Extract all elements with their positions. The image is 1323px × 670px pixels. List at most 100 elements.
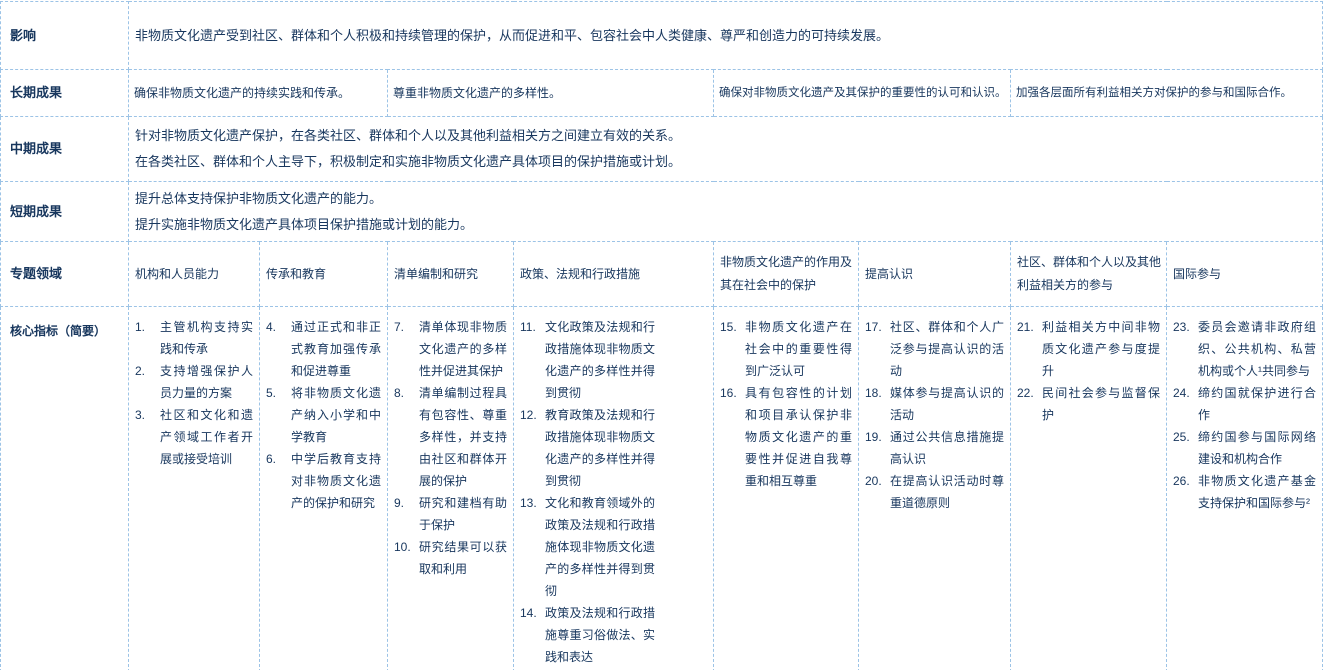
indicator-list: 4.通过正式和非正式教育加强传承和促进尊重 5.将非物质文化遗产纳入小学和中学教… bbox=[266, 316, 381, 514]
indicator-text: 在提高认识活动时尊重道德原则 bbox=[890, 470, 1004, 514]
indicator-text: 非物质文化遗产基金支持保护和国际参与² bbox=[1198, 470, 1316, 514]
impact-row: 影响 非物质文化遗产受到社区、群体和个人积极和持续管理的保护，从而促进和平、包容… bbox=[1, 2, 1323, 70]
impact-cell: 非物质文化遗产受到社区、群体和个人积极和持续管理的保护，从而促进和平、包容社会中… bbox=[129, 2, 1323, 70]
indicator-item: 6.中学后教育支持对非物质文化遗产的保护和研究 bbox=[266, 448, 381, 514]
indicators-cell-transmission: 4.通过正式和非正式教育加强传承和促进尊重 5.将非物质文化遗产纳入小学和中学教… bbox=[260, 307, 388, 670]
indicator-text: 民间社会参与监督保护 bbox=[1042, 382, 1160, 426]
indicator-list: 15.非物质文化遗产在社会中的重要性得到广泛认可 16.具有包容性的计划和项目承… bbox=[720, 316, 852, 492]
indicators-cell-inventory: 7.清单体现非物质文化遗产的多样性并促进其保护 8.清单编制过程具有包容性、尊重… bbox=[388, 307, 514, 670]
short-term-row-label: 短期成果 bbox=[1, 182, 129, 242]
indicator-number: 10. bbox=[394, 536, 419, 558]
indicator-list: 11.文化政策及法规和行政措施体现非物质文化遗产的多样性并得到贯彻 12.教育政… bbox=[520, 316, 655, 668]
indicator-item: 24.缔约国就保护进行合作 bbox=[1173, 382, 1316, 426]
long-term-row-label: 长期成果 bbox=[1, 70, 129, 117]
indicator-item: 22.民间社会参与监督保护 bbox=[1017, 382, 1160, 426]
indicator-number: 8. bbox=[394, 382, 419, 404]
indicator-number: 9. bbox=[394, 492, 419, 514]
short-term-cell: 提升总体支持保护非物质文化遗产的能力。 提升实施非物质文化遗产具体项目保护措施或… bbox=[129, 182, 1323, 242]
indicator-number: 7. bbox=[394, 316, 419, 338]
indicator-item: 19.通过公共信息措施提高认识 bbox=[865, 426, 1004, 470]
impact-row-label: 影响 bbox=[1, 2, 129, 70]
thematic-area: 机构和人员能力 bbox=[129, 242, 260, 307]
indicator-number: 19. bbox=[865, 426, 890, 448]
indicator-item: 16.具有包容性的计划和项目承认保护非物质文化遗产的重要性并促进自我尊重和相互尊… bbox=[720, 382, 852, 492]
indicators-cell-policies: 11.文化政策及法规和行政措施体现非物质文化遗产的多样性并得到贯彻 12.教育政… bbox=[514, 307, 714, 670]
indicator-number: 26. bbox=[1173, 470, 1198, 492]
long-term-row: 长期成果 确保非物质文化遗产的持续实践和传承。 尊重非物质文化遗产的多样性。 确… bbox=[1, 70, 1323, 117]
core-indicators-row: 核心指标（简要） 1.主管机构支持实践和传承 2.支持增强保护人员力量的方案 3… bbox=[1, 307, 1323, 670]
indicator-text: 非物质文化遗产在社会中的重要性得到广泛认可 bbox=[745, 316, 852, 382]
indicator-item: 7.清单体现非物质文化遗产的多样性并促进其保护 bbox=[394, 316, 507, 382]
indicator-text: 文化政策及法规和行政措施体现非物质文化遗产的多样性并得到贯彻 bbox=[545, 316, 655, 404]
indicator-number: 17. bbox=[865, 316, 890, 338]
short-term-row: 短期成果 提升总体支持保护非物质文化遗产的能力。 提升实施非物质文化遗产具体项目… bbox=[1, 182, 1323, 242]
mid-term-cell: 针对非物质文化遗产保护，在各类社区、群体和个人以及其他利益相关方之间建立有效的关… bbox=[129, 117, 1323, 182]
indicator-text: 通过正式和非正式教育加强传承和促进尊重 bbox=[291, 316, 381, 382]
indicator-text: 缔约国就保护进行合作 bbox=[1198, 382, 1316, 426]
indicator-number: 20. bbox=[865, 470, 890, 492]
indicator-number: 4. bbox=[266, 316, 291, 338]
indicator-item: 25.缔约国参与国际网络建设和机构合作 bbox=[1173, 426, 1316, 470]
indicator-text: 通过公共信息措施提高认识 bbox=[890, 426, 1004, 470]
indicator-number: 21. bbox=[1017, 316, 1042, 338]
indicator-number: 14. bbox=[520, 602, 545, 624]
indicator-item: 26.非物质文化遗产基金支持保护和国际参与² bbox=[1173, 470, 1316, 514]
indicator-number: 5. bbox=[266, 382, 291, 404]
thematic-area: 政策、法规和行政措施 bbox=[514, 242, 714, 307]
indicator-text: 委员会邀请非政府组织、公共机构、私营机构或个人¹共同参与 bbox=[1198, 316, 1316, 382]
indicator-text: 具有包容性的计划和项目承认保护非物质文化遗产的重要性并促进自我尊重和相互尊重 bbox=[745, 382, 852, 492]
indicator-item: 17.社区、群体和个人广泛参与提高认识的活动 bbox=[865, 316, 1004, 382]
mid-term-row-label: 中期成果 bbox=[1, 117, 129, 182]
short-term-line: 提升实施非物质文化遗产具体项目保护措施或计划的能力。 bbox=[135, 212, 1316, 238]
indicator-text: 研究结果可以获取和利用 bbox=[419, 536, 507, 580]
indicator-number: 12. bbox=[520, 404, 545, 426]
indicator-number: 13. bbox=[520, 492, 545, 514]
indicator-number: 23. bbox=[1173, 316, 1198, 338]
indicator-number: 1. bbox=[135, 316, 160, 338]
indicator-number: 18. bbox=[865, 382, 890, 404]
thematic-area: 国际参与 bbox=[1167, 242, 1323, 307]
indicators-row-label: 核心指标（简要） bbox=[1, 307, 129, 670]
thematic-area: 社区、群体和个人以及其他利益相关方的参与 bbox=[1011, 242, 1167, 307]
indicator-list: 7.清单体现非物质文化遗产的多样性并促进其保护 8.清单编制过程具有包容性、尊重… bbox=[394, 316, 507, 580]
indicator-item: 23.委员会邀请非政府组织、公共机构、私营机构或个人¹共同参与 bbox=[1173, 316, 1316, 382]
document-page: 影响 非物质文化遗产受到社区、群体和个人积极和持续管理的保护，从而促进和平、包容… bbox=[0, 0, 1323, 670]
indicator-item: 10.研究结果可以获取和利用 bbox=[394, 536, 507, 580]
indicator-text: 利益相关方中间非物质文化遗产参与度提升 bbox=[1042, 316, 1160, 382]
indicator-item: 18.媒体参与提高认识的活动 bbox=[865, 382, 1004, 426]
indicator-text: 支持增强保护人员力量的方案 bbox=[160, 360, 253, 404]
indicator-item: 1.主管机构支持实践和传承 bbox=[135, 316, 253, 360]
indicators-cell-stakeholder-engagement: 21.利益相关方中间非物质文化遗产参与度提升 22.民间社会参与监督保护 bbox=[1011, 307, 1167, 670]
thematic-area: 清单编制和研究 bbox=[388, 242, 514, 307]
long-term-outcome: 尊重非物质文化遗产的多样性。 bbox=[388, 70, 714, 117]
indicator-number: 11. bbox=[520, 316, 545, 338]
thematic-area: 非物质文化遗产的作用及其在社会中的保护 bbox=[714, 242, 859, 307]
indicator-number: 6. bbox=[266, 448, 291, 470]
indicator-text: 政策及法规和行政措施尊重习俗做法、实践和表达 bbox=[545, 602, 655, 668]
indicator-number: 15. bbox=[720, 316, 745, 338]
indicator-item: 11.文化政策及法规和行政措施体现非物质文化遗产的多样性并得到贯彻 bbox=[520, 316, 655, 404]
indicator-number: 25. bbox=[1173, 426, 1198, 448]
indicator-item: 2.支持增强保护人员力量的方案 bbox=[135, 360, 253, 404]
indicator-text: 文化和教育领域外的政策及法规和行政措施体现非物质文化遗产的多样性并得到贯彻 bbox=[545, 492, 655, 602]
indicator-text: 社区、群体和个人广泛参与提高认识的活动 bbox=[890, 316, 1004, 382]
indicators-cell-role-in-society: 15.非物质文化遗产在社会中的重要性得到广泛认可 16.具有包容性的计划和项目承… bbox=[714, 307, 859, 670]
indicator-text: 主管机构支持实践和传承 bbox=[160, 316, 253, 360]
indicator-list: 23.委员会邀请非政府组织、公共机构、私营机构或个人¹共同参与 24.缔约国就保… bbox=[1173, 316, 1316, 514]
indicator-item: 12.教育政策及法规和行政措施体现非物质文化遗产的多样性并得到贯彻 bbox=[520, 404, 655, 492]
indicators-cell-institutional: 1.主管机构支持实践和传承 2.支持增强保护人员力量的方案 3.社区和文化和遗产… bbox=[129, 307, 260, 670]
indicator-list: 1.主管机构支持实践和传承 2.支持增强保护人员力量的方案 3.社区和文化和遗产… bbox=[135, 316, 253, 470]
long-term-outcome: 确保非物质文化遗产的持续实践和传承。 bbox=[129, 70, 388, 117]
thematic-areas-row: 专题领域 机构和人员能力 传承和教育 清单编制和研究 政策、法规和行政措施 非物… bbox=[1, 242, 1323, 307]
mid-term-line: 针对非物质文化遗产保护，在各类社区、群体和个人以及其他利益相关方之间建立有效的关… bbox=[135, 123, 1316, 149]
indicator-text: 将非物质文化遗产纳入小学和中学教育 bbox=[291, 382, 381, 448]
indicator-number: 2. bbox=[135, 360, 160, 382]
long-term-outcome: 加强各层面所有利益相关方对保护的参与和国际合作。 bbox=[1011, 70, 1323, 117]
indicator-item: 15.非物质文化遗产在社会中的重要性得到广泛认可 bbox=[720, 316, 852, 382]
results-framework-table: 影响 非物质文化遗产受到社区、群体和个人积极和持续管理的保护，从而促进和平、包容… bbox=[0, 1, 1323, 670]
indicator-text: 中学后教育支持对非物质文化遗产的保护和研究 bbox=[291, 448, 381, 514]
indicator-text: 清单编制过程具有包容性、尊重多样性，并支持由社区和群体开展的保护 bbox=[419, 382, 507, 492]
indicator-item: 21.利益相关方中间非物质文化遗产参与度提升 bbox=[1017, 316, 1160, 382]
indicator-text: 缔约国参与国际网络建设和机构合作 bbox=[1198, 426, 1316, 470]
indicator-item: 20.在提高认识活动时尊重道德原则 bbox=[865, 470, 1004, 514]
